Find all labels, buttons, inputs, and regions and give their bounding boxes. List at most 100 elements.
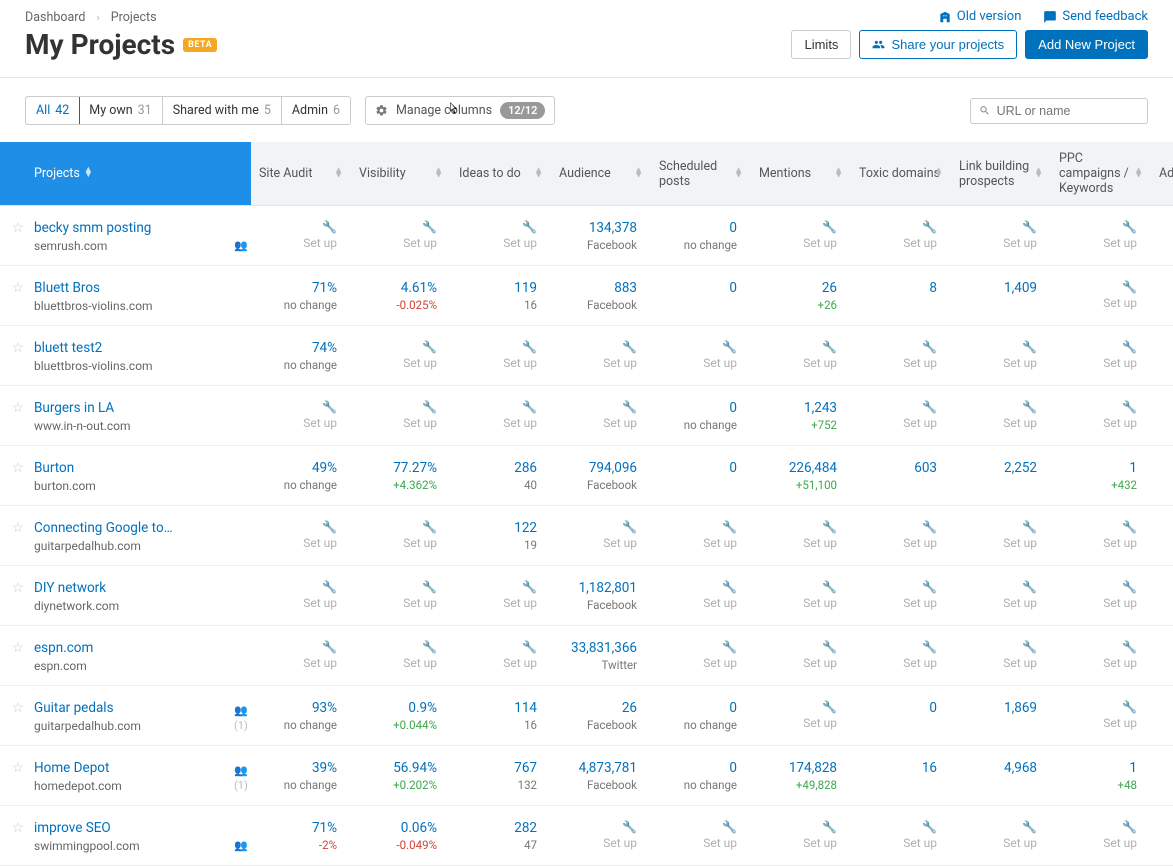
setup-link[interactable]: Set up [303,536,337,550]
setup-link[interactable]: Set up [1103,416,1137,430]
setup-link[interactable]: Set up [703,656,737,670]
star-icon[interactable]: ☆ [8,580,24,596]
setup-link[interactable]: Set up [703,356,737,370]
setup-link[interactable]: Set up [1003,656,1037,670]
cell-value[interactable]: 603 [859,460,937,476]
cell-value[interactable]: 0 [659,280,737,296]
setup-link[interactable]: Set up [1003,356,1037,370]
cell-value[interactable]: 71% [259,820,337,836]
setup-link[interactable]: Set up [1003,596,1037,610]
setup-link[interactable]: Set up [503,356,537,370]
star-icon[interactable]: ☆ [8,280,24,296]
cell-value[interactable]: 0 [659,760,737,776]
setup-link[interactable]: Set up [903,356,937,370]
setup-link[interactable]: Set up [503,236,537,250]
cell-value[interactable]: 1 [1059,760,1137,776]
limits-button[interactable]: Limits [791,30,851,59]
manage-columns-button[interactable]: Manage columns 12/12 [365,96,555,125]
col-projects[interactable]: Projects [26,142,226,206]
setup-link[interactable]: Set up [1103,656,1137,670]
cell-value[interactable]: 8 [859,280,937,296]
setup-link[interactable]: Set up [403,356,437,370]
setup-link[interactable]: Set up [1103,356,1137,370]
cell-value[interactable]: 286 [459,460,537,476]
setup-link[interactable]: Set up [903,836,937,850]
cell-value[interactable]: 119 [459,280,537,296]
cell-value[interactable]: 0.9% [359,700,437,716]
setup-link[interactable]: Set up [1003,536,1037,550]
col-link-building[interactable]: Link building prospects [951,142,1051,206]
col-toxic[interactable]: Toxic domains [851,142,951,206]
setup-link[interactable]: Set up [403,536,437,550]
col-mentions[interactable]: Mentions [751,142,851,206]
setup-link[interactable]: Set up [1003,836,1037,850]
cell-value[interactable]: 282 [459,820,537,836]
star-icon[interactable]: ☆ [8,640,24,656]
setup-link[interactable]: Set up [803,836,837,850]
setup-link[interactable]: Set up [903,656,937,670]
setup-link[interactable]: Set up [1103,296,1137,310]
cell-value[interactable]: 1 [1059,460,1137,476]
share-projects-button[interactable]: Share your projects [859,30,1017,59]
setup-link[interactable]: Set up [403,656,437,670]
cell-value[interactable]: 1,243 [759,400,837,416]
col-ideas[interactable]: Ideas to do [451,142,551,206]
col-audience[interactable]: Audience [551,142,651,206]
project-link[interactable]: improve SEO [34,820,218,836]
project-link[interactable]: Bluett Bros [34,280,218,296]
setup-link[interactable]: Set up [703,836,737,850]
filter-my-own[interactable]: My own31 [79,97,162,124]
setup-link[interactable]: Set up [503,416,537,430]
setup-link[interactable]: Set up [303,416,337,430]
cell-value[interactable]: 767 [459,760,537,776]
cell-value[interactable]: 4.61% [359,280,437,296]
cell-value[interactable]: 49% [259,460,337,476]
col-ppc[interactable]: PPC campaigns / Keywords [1051,142,1151,206]
cell-value[interactable]: 77.27% [359,460,437,476]
setup-link[interactable]: Set up [403,596,437,610]
cell-value[interactable]: 74% [259,340,337,356]
cell-value[interactable]: 26 [559,700,637,716]
setup-link[interactable]: Set up [903,416,937,430]
filter-all[interactable]: All42 [25,96,80,125]
cell-value[interactable]: 883 [559,280,637,296]
cell-value[interactable]: 56.94% [359,760,437,776]
col-star[interactable] [0,142,26,206]
cell-value[interactable]: 93% [259,700,337,716]
setup-link[interactable]: Set up [903,236,937,250]
project-link[interactable]: Guitar pedals [34,700,218,716]
star-icon[interactable]: ☆ [8,340,24,356]
setup-link[interactable]: Set up [803,716,837,730]
col-site-audit[interactable]: Site Audit [251,142,351,206]
setup-link[interactable]: Set up [903,596,937,610]
setup-link[interactable]: Set up [803,536,837,550]
cell-value[interactable]: 1,869 [959,700,1037,716]
star-icon[interactable]: ☆ [8,760,24,776]
search-input[interactable] [997,104,1139,118]
setup-link[interactable]: Set up [303,656,337,670]
setup-link[interactable]: Set up [803,356,837,370]
setup-link[interactable]: Set up [803,236,837,250]
project-link[interactable]: DIY network [34,580,218,596]
setup-link[interactable]: Set up [603,836,637,850]
setup-link[interactable]: Set up [1103,536,1137,550]
cell-value[interactable]: 1,182,801 [559,580,637,596]
project-link[interactable]: Burton [34,460,218,476]
filter-shared[interactable]: Shared with me5 [163,97,282,124]
setup-link[interactable]: Set up [1103,596,1137,610]
cell-value[interactable]: 226,484 [759,460,837,476]
col-ad[interactable]: Ad [1151,142,1173,206]
setup-link[interactable]: Set up [303,236,337,250]
setup-link[interactable]: Set up [603,536,637,550]
cell-value[interactable]: 134,378 [559,220,637,236]
setup-link[interactable]: Set up [403,236,437,250]
cell-value[interactable]: 0 [859,700,937,716]
setup-link[interactable]: Set up [703,596,737,610]
star-icon[interactable]: ☆ [8,460,24,476]
setup-link[interactable]: Set up [703,536,737,550]
setup-link[interactable]: Set up [1003,416,1037,430]
setup-link[interactable]: Set up [303,596,337,610]
cell-value[interactable]: 4,873,781 [559,760,637,776]
cell-value[interactable]: 26 [759,280,837,296]
setup-link[interactable]: Set up [503,596,537,610]
